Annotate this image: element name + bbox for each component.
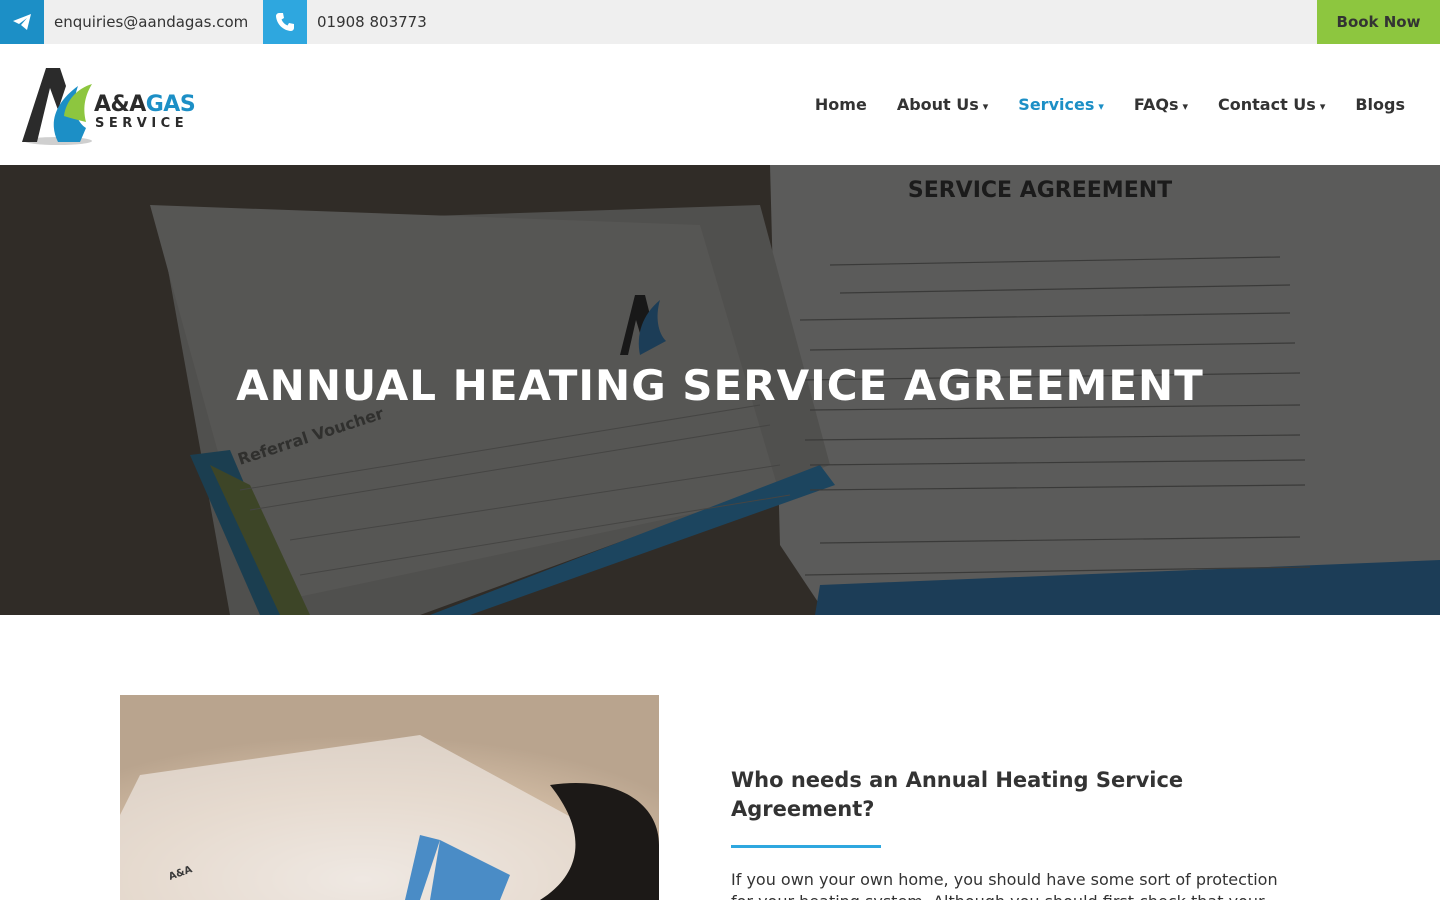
logo-wordmark: A&AGAS [94,92,196,117]
top-contact-bar: enquiries@aandagas.com 01908 803773 Book… [0,0,1440,44]
nav-services[interactable]: Services ▾ [1018,95,1104,114]
nav-contact-us[interactable]: Contact Us ▾ [1218,95,1325,114]
agreement-photo: A&A [120,695,659,900]
heading-divider [731,845,881,848]
site-header: A&AGAS SERVICE Home About Us ▾ Services ▾ … [0,44,1440,165]
hero-banner: SERVICE AGREEMENT Referral Voucher ANNUA… [0,165,1440,615]
paper-plane-icon[interactable] [0,0,44,44]
book-now-button[interactable]: Book Now [1317,0,1440,44]
chevron-down-icon: ▾ [1319,100,1326,113]
section-body-text: If you own your own home, you should hav… [731,870,1278,900]
section-heading: Who needs an Annual Heating Service Agre… [731,768,1184,821]
chevron-down-icon: ▾ [982,100,989,113]
nav-about-us[interactable]: About Us ▾ [897,95,988,114]
nav-blogs[interactable]: Blogs [1355,95,1405,114]
chevron-down-icon: ▾ [1098,100,1104,113]
page-title: ANNUAL HEATING SERVICE AGREEMENT [236,361,1204,410]
site-logo[interactable]: A&AGAS SERVICE [20,64,196,146]
nav-home[interactable]: Home [815,95,867,114]
phone-link[interactable]: 01908 803773 [317,0,427,44]
email-link[interactable]: enquiries@aandagas.com [54,0,248,44]
nav-faqs[interactable]: FAQs ▾ [1134,95,1188,114]
chevron-down-icon: ▾ [1182,100,1189,113]
main-navigation: Home About Us ▾ Services ▾ FAQs ▾ Contact U… [815,44,1405,165]
phone-icon[interactable] [263,0,307,44]
agreement-photo-image: A&A [120,695,659,900]
logo-mark-icon [22,68,92,145]
logo-tagline: SERVICE [95,116,189,131]
